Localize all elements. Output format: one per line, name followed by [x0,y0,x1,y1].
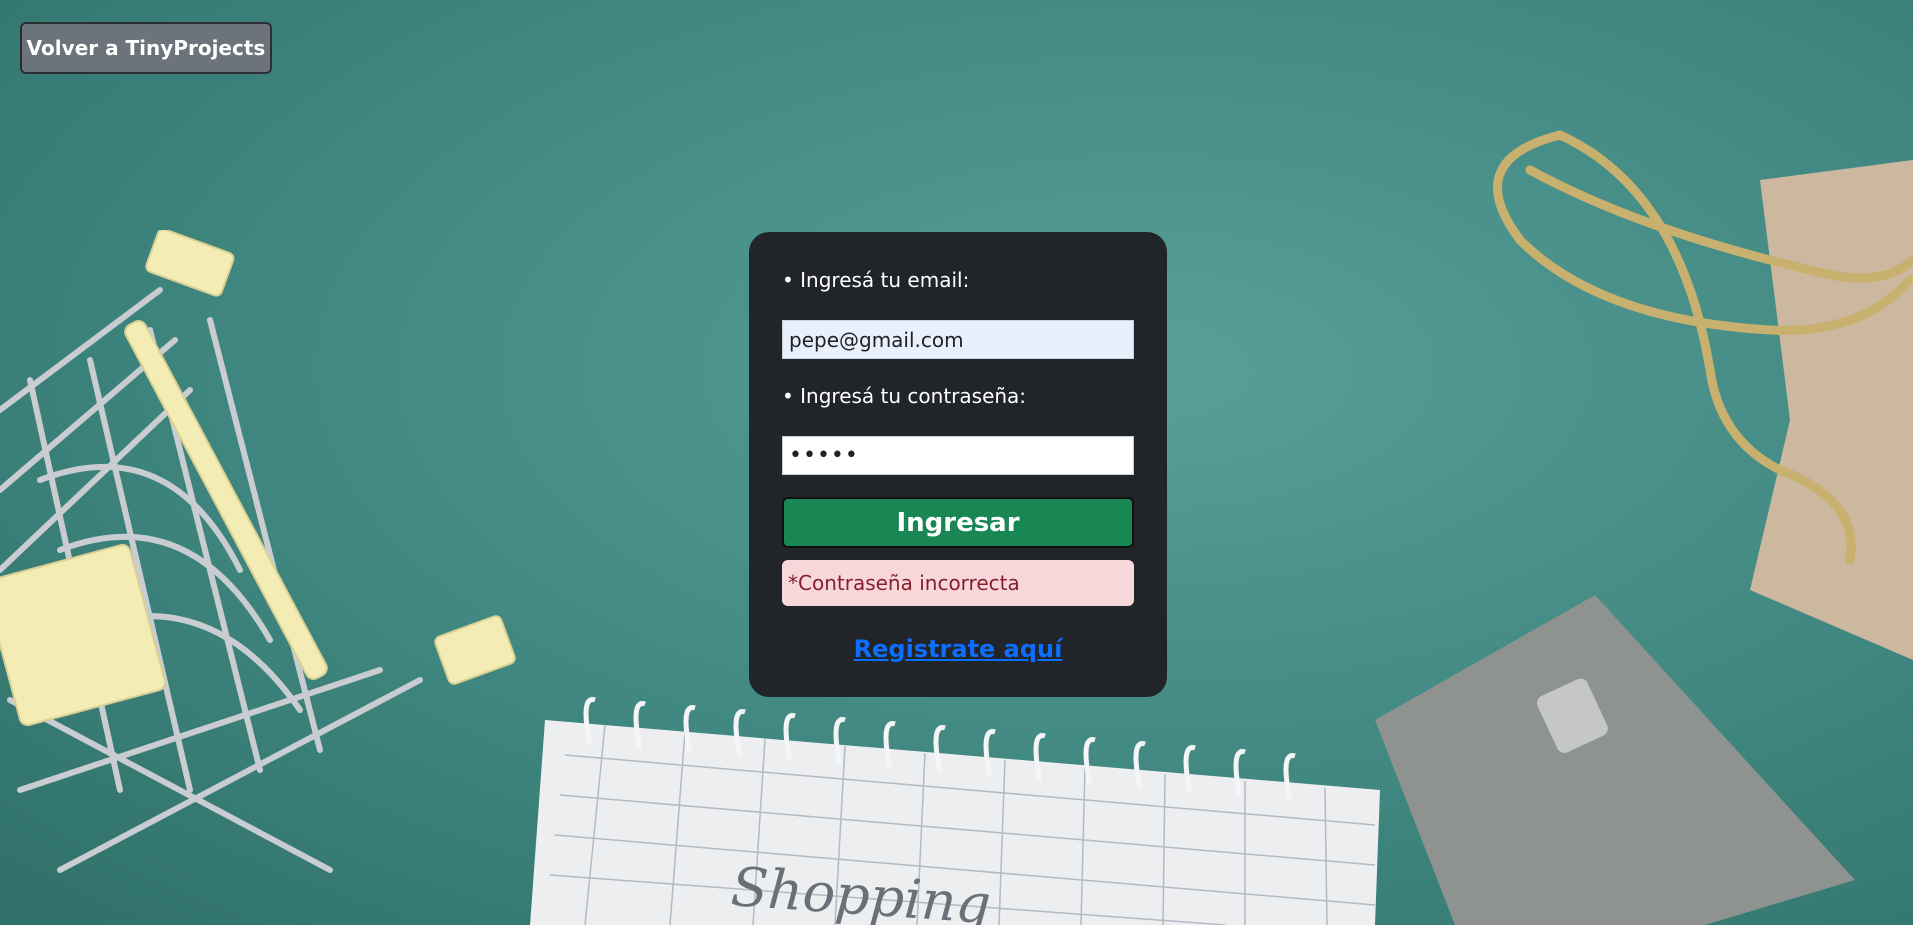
login-submit-button[interactable]: Ingresar [782,497,1134,548]
shopping-cart-image [0,230,516,873]
email-label: • Ingresá tu email: [782,268,970,292]
password-input[interactable]: ••••• [782,436,1134,475]
login-card: • Ingresá tu email: pepe@gmail.com • Ing… [749,232,1167,697]
page-background: Shopping Volver a TinyProjects • Ingresá… [0,0,1913,925]
back-to-tinyprojects-button[interactable]: Volver a TinyProjects [20,22,272,74]
error-alert: *Contraseña incorrecta [782,560,1134,606]
shopping-bag-image [1493,130,1913,660]
email-input[interactable]: pepe@gmail.com [782,320,1134,359]
notebook-image: Shopping [530,697,1380,925]
password-label: • Ingresá tu contraseña: [782,384,1027,408]
register-link[interactable]: Registrate aquí [749,635,1167,663]
